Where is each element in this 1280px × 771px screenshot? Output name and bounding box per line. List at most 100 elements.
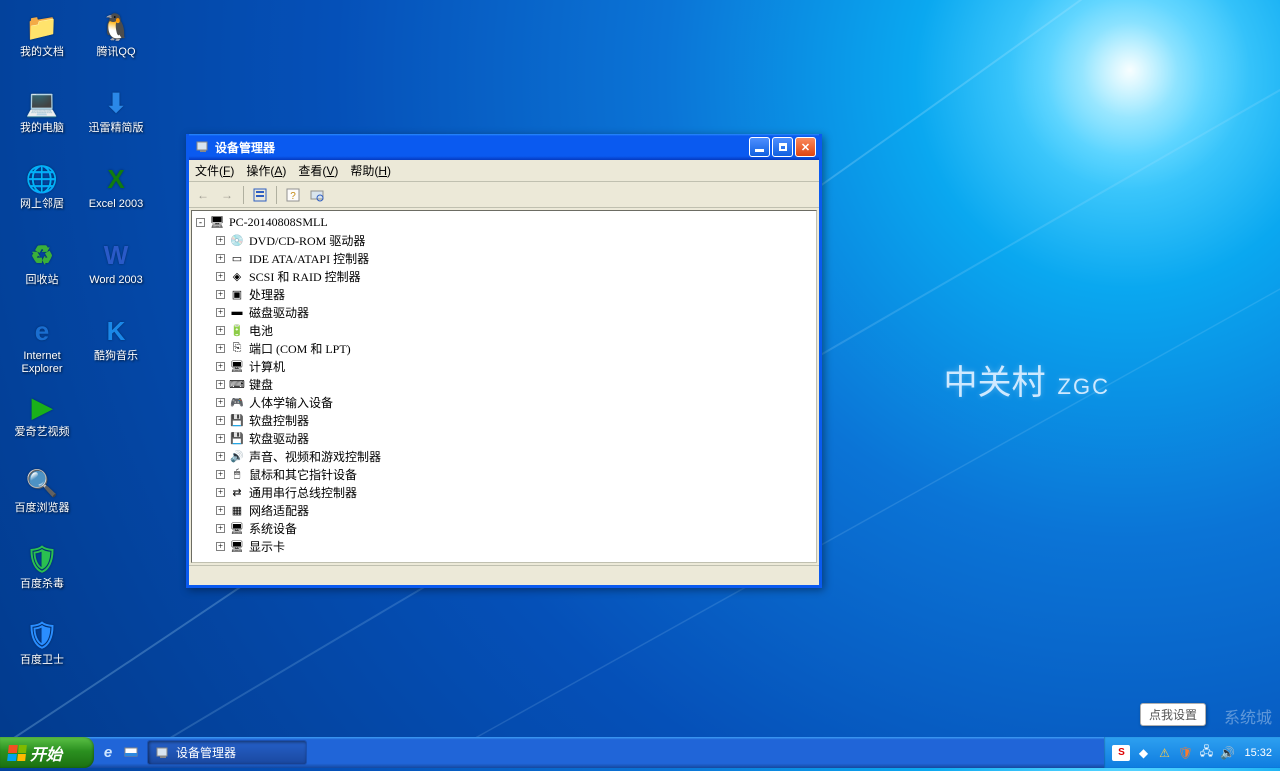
tencent-qq-icon: 🐧 [99,10,133,44]
tree-item-label: 电池 [249,322,273,339]
xunlei-lite-icon: ⬇ [99,86,133,120]
tree-item-label: 键盘 [249,376,273,393]
expand-icon[interactable]: + [216,488,225,497]
expand-icon[interactable]: + [216,470,225,479]
expand-icon[interactable]: + [216,452,225,461]
desktop-icon-iqiyi[interactable]: ▶爱奇艺视频 [6,386,78,458]
tray-network-icon[interactable]: 🖧 [1198,745,1214,761]
tree-item[interactable]: +◈SCSI 和 RAID 控制器 [194,267,814,285]
tree-item[interactable]: +▭IDE ATA/ATAPI 控制器 [194,249,814,267]
menu-f[interactable]: 文件(F) [195,162,234,179]
tree-item[interactable]: +⎘端口 (COM 和 LPT) [194,339,814,357]
tree-item[interactable]: +⇄通用串行总线控制器 [194,483,814,501]
desktop-icon-baidu-antivirus[interactable]: 🛡百度杀毒 [6,538,78,610]
tray-volume-icon[interactable]: 🔊 [1219,745,1235,761]
tree-item[interactable]: +🖥计算机 [194,357,814,375]
titlebar[interactable]: 设备管理器 ✕ [189,134,819,160]
expand-icon[interactable]: + [216,542,225,551]
scan-button[interactable] [307,185,327,205]
tree-root-label: PC-20140808SMLL [229,215,328,230]
tree-item-label: 显示卡 [249,538,285,555]
brand-main: 中关村 [944,355,1046,404]
view-button[interactable] [250,185,270,205]
expand-icon[interactable]: + [216,362,225,371]
tree-item[interactable]: +🖥系统设备 [194,519,814,537]
expand-icon[interactable]: + [216,326,225,335]
desktop-icon-recycle-bin[interactable]: ♻回收站 [6,234,78,306]
expand-icon[interactable]: + [216,524,225,533]
expand-icon[interactable]: + [216,506,225,515]
network-places-icon: 🌐 [25,162,59,196]
system-tray[interactable]: S ◆ ⚠ 🛡 🖧 🔊 15:32 [1104,737,1280,768]
desktop-icon-label: 回收站 [26,274,59,287]
expand-icon[interactable]: + [216,434,225,443]
desktop-icon-excel-2003[interactable]: XExcel 2003 [80,158,152,230]
tree-item[interactable]: +🔋电池 [194,321,814,339]
excel-2003-icon: X [99,162,133,196]
expand-icon[interactable]: + [216,380,225,389]
expand-icon[interactable]: + [216,272,225,281]
minimize-button[interactable] [749,137,770,157]
settings-tip[interactable]: 点我设置 [1140,703,1206,726]
tray-language-icon[interactable]: S [1112,745,1130,761]
desktop-icon-word-2003[interactable]: WWord 2003 [80,234,152,306]
quick-launch-ie[interactable]: e [98,742,118,764]
tray-shield-icon[interactable]: 🛡 [1177,745,1193,761]
word-2003-icon: W [99,238,133,272]
menubar: 文件(F) 操作(A) 查看(V) 帮助(H) [189,160,819,182]
desktop-icon-my-documents[interactable]: 📁我的文档 [6,6,78,78]
maximize-button[interactable] [772,137,793,157]
device-category-icon: 💾 [229,430,245,446]
tree-item[interactable]: +💾软盘控制器 [194,411,814,429]
device-category-icon: ⇄ [229,484,245,500]
internet-explorer-icon: e [25,314,59,348]
desktop-icon-kugou-music[interactable]: K酷狗音乐 [80,310,152,382]
device-category-icon: ▭ [229,250,245,266]
device-tree[interactable]: -🖥PC-20140808SMLL+💿DVD/CD-ROM 驱动器+▭IDE A… [191,210,817,563]
properties-button[interactable]: ? [283,185,303,205]
tree-item[interactable]: +💾软盘驱动器 [194,429,814,447]
desktop-icon-baidu-browser[interactable]: 🔍百度浏览器 [6,462,78,534]
tree-item[interactable]: + ⌨键盘 [194,375,814,393]
tray-icon[interactable]: ◆ [1135,745,1151,761]
tree-item[interactable]: +🖱鼠标和其它指针设备 [194,465,814,483]
expand-icon[interactable]: + [216,398,225,407]
menu-v[interactable]: 查看(V) [298,162,338,179]
expand-icon[interactable]: + [216,344,225,353]
tree-item[interactable]: +▬磁盘驱动器 [194,303,814,321]
desktop-icon-tencent-qq[interactable]: 🐧腾讯QQ [80,6,152,78]
taskbar-button-device-manager[interactable]: 设备管理器 [147,740,307,765]
tree-item[interactable]: +▦网络适配器 [194,501,814,519]
tree-item[interactable]: +💿DVD/CD-ROM 驱动器 [194,231,814,249]
expand-icon[interactable]: + [216,236,225,245]
device-category-icon: 🖥 [229,538,245,554]
device-category-icon: 🖥 [229,520,245,536]
tree-item[interactable]: +▣处理器 [194,285,814,303]
menu-a[interactable]: 操作(A) [246,162,286,179]
device-category-icon: 🎮 [229,394,245,410]
desktop-icon-baidu-guard[interactable]: 🛡百度卫士 [6,614,78,686]
expand-icon[interactable]: + [216,290,225,299]
quick-launch-desktop[interactable] [121,742,141,764]
taskbar: 开始 e 设备管理器 S ◆ ⚠ 🛡 🖧 🔊 15:32 [0,737,1280,768]
tray-safety-icon[interactable]: ⚠ [1156,745,1172,761]
start-button[interactable]: 开始 [0,737,94,768]
desktop-icon-network-places[interactable]: 🌐网上邻居 [6,158,78,230]
close-button[interactable]: ✕ [795,137,816,157]
expand-icon[interactable]: + [216,254,225,263]
tree-item[interactable]: +🔊声音、视频和游戏控制器 [194,447,814,465]
desktop-icon-xunlei-lite[interactable]: ⬇迅雷精简版 [80,82,152,154]
menu-h[interactable]: 帮助(H) [350,162,391,179]
tree-root[interactable]: -🖥PC-20140808SMLL [194,213,814,231]
tree-item[interactable]: + 🖥显示卡 [194,537,814,555]
expand-icon[interactable]: + [216,308,225,317]
device-category-icon: ⌨ [229,376,245,392]
expand-icon[interactable]: + [216,416,225,425]
desktop-icon-label: 百度杀毒 [20,578,64,591]
tree-item[interactable]: +🎮人体学输入设备 [194,393,814,411]
desktop-icon-my-computer[interactable]: 💻我的电脑 [6,82,78,154]
desktop-icon-internet-explorer[interactable]: eInternet Explorer [6,310,78,382]
collapse-icon[interactable]: - [196,218,205,227]
device-manager-icon [156,746,170,760]
tray-clock[interactable]: 15:32 [1244,747,1272,759]
